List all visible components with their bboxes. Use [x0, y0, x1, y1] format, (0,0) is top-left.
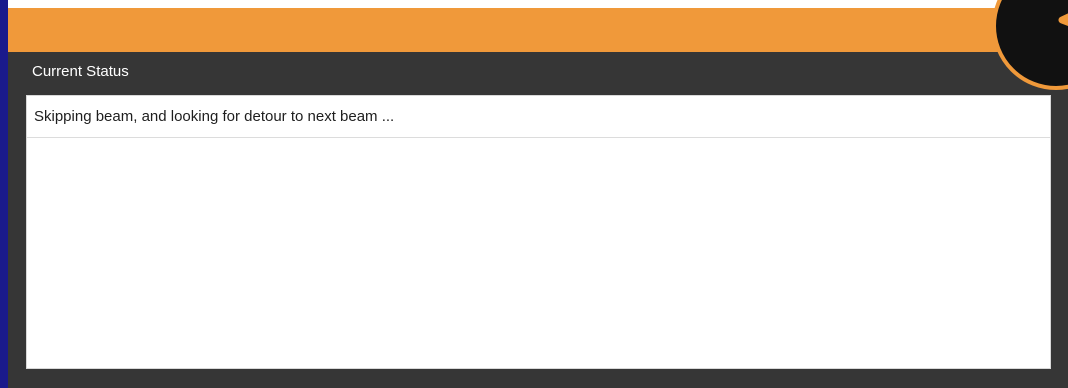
- list-item[interactable]: Skipping beam, and looking for detour to…: [27, 96, 1050, 138]
- clock-logo-icon: [992, 0, 1068, 90]
- header-banner: [8, 8, 1068, 52]
- status-panel-title: Current Status: [32, 63, 129, 80]
- app-window: Current Status Skipping beam, and lookin…: [0, 0, 1068, 388]
- window-left-border: [0, 0, 8, 388]
- status-list[interactable]: Skipping beam, and looking for detour to…: [26, 95, 1051, 369]
- status-message: Skipping beam, and looking for detour to…: [34, 108, 395, 125]
